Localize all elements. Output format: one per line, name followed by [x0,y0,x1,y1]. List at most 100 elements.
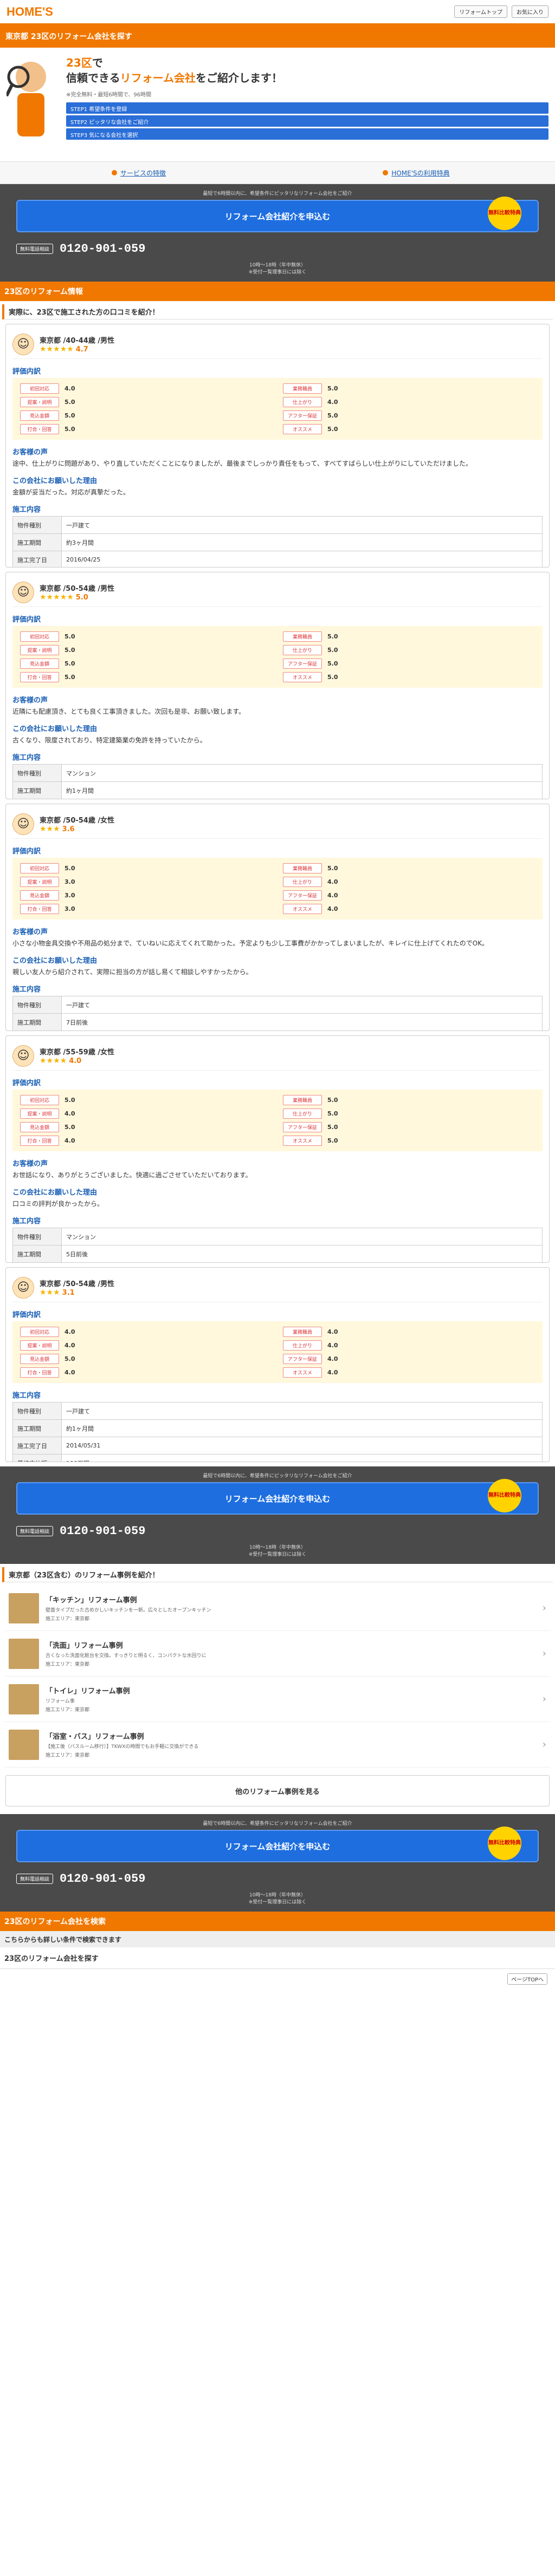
rating-tag: アフター保証 [283,410,322,421]
rating-tag: 打合・回答 [20,1136,59,1146]
rating-tag: オススメ [283,1367,322,1378]
tel-label: 無料電話相談 [16,1526,54,1536]
hero-text: リフォーム会社 [120,71,196,84]
search-area-link[interactable]: 23区のリフォーム会社を探す [0,1947,555,1969]
case-list: 「キッチン」リフォーム事例 壁面タイプだった古めかしいキッチンを一新。広々としたオ… [4,1586,551,1768]
apply-button[interactable]: リフォーム会社紹介を申込む 無料比較特典 [16,197,539,232]
rating-tag: 提案・説明 [20,1108,59,1119]
rating-value: 5.0 [327,660,338,667]
hours: 10時〜18時（年中無休） [249,1893,306,1898]
rating-value: 5.0 [327,865,338,872]
rating-value: 5.0 [64,647,75,654]
rating-value: 5.0 [64,1124,75,1131]
apply-label: リフォーム会社紹介を申込む [224,211,331,221]
voice-label: お客様の声 [12,696,48,705]
rating-tag: 提案・説明 [20,397,59,407]
voice-text: お世話になり、ありがとうございました。快適に過ごさせていただいております。 [12,1171,252,1179]
feature-links: サービスの特徴 HOME'Sの利用特典 [0,161,555,184]
case-item[interactable]: 「浴室・バス」リフォーム事例 【施工後（バスルーム移行）】TKWXの時間でもお手軽… [4,1722,551,1768]
rating-value: 5.0 [64,399,75,406]
apply-button[interactable]: リフォーム会社紹介を申込む 無料比較特典 [16,1479,539,1515]
work-value: 約1ヶ月間 [61,1419,543,1437]
cta-block: 最短で6時間以内に、希望条件にピッタリなリフォーム会社をご紹介 リフォーム会社紹… [0,1466,555,1564]
work-key: 施工完了日 [13,1031,62,1032]
work-value: 190万円 [61,1454,543,1462]
hero-text: をご紹介します！ [196,71,283,84]
link-label: サービスの特徴 [120,169,166,177]
rating-tag: 仕上がり [283,877,322,887]
tel-label: 無料電話相談 [16,244,54,254]
rating-value: 4.0 [327,399,338,406]
tel-number[interactable]: 0120-901-059 [60,1872,145,1886]
score: 3.6 [62,825,75,833]
favorites-button[interactable]: お気に入り [512,5,548,18]
work-value: 2016/04/25 [61,551,543,567]
case-title: 「トイレ」リフォーム事例 [46,1687,130,1695]
voice-label: お客様の声 [12,448,48,456]
case-area: 施工エリア：東京都 [46,1753,90,1758]
cta-block: 最短で6時間以内に、希望条件にピッタリなリフォーム会社をご紹介 リフォーム会社紹… [0,1814,555,1912]
avatar: ☺ [12,581,34,603]
work-key: 物件種別 [12,1402,62,1420]
rating-tag: 業務職員 [283,1095,322,1105]
work-value: マンション [61,764,543,782]
star-rating: ★★★ [40,825,60,833]
star-rating: ★★★★★ [40,345,74,354]
rating-tag: オススメ [283,424,322,434]
benefits-link[interactable]: HOME'Sの利用特典 [278,162,555,184]
rating-value: 5.0 [64,1355,75,1362]
rating-value: 5.0 [327,1097,338,1104]
page-top-button[interactable]: ページTOPへ [507,1973,547,1985]
tel-label: 無料電話相談 [16,1874,54,1884]
voice-text: 途中、仕上がりに問題があり、やり直していただくことになりましたが、最後までしっか… [12,460,473,467]
work-value: 一戸建て [61,1402,543,1420]
rating-tag: 見込金額 [20,1122,59,1132]
review-card: ☺ 東京都 /50-54歳 /男性 ★★★ 3.1 評価内訳 初回対応 4.0 業務職員 4.0… [5,1267,550,1462]
eval-label: 評価内訳 [12,1079,41,1087]
rating-value: 4.0 [327,878,338,885]
reviewer-name: 東京都 /50-54歳 /男性 [40,585,115,593]
rating-tag: アフター保証 [283,1354,322,1364]
rating-tag: 見込金額 [20,410,59,421]
work-key: 最終支払額 [12,1454,62,1462]
rating-value: 5.0 [64,865,75,872]
eval-label: 評価内訳 [12,368,41,376]
hours: 10時〜18時（年中無休） [249,263,306,268]
chevron-right-icon: › [542,1602,546,1614]
score: 5.0 [75,594,88,602]
apply-label: リフォーム会社紹介を申込む [224,1494,331,1504]
rating-tag: 業務職員 [283,383,322,394]
link-label: HOME'Sの利用特典 [391,169,450,177]
reviewer-name: 東京都 /50-54歳 /女性 [40,817,115,825]
rating-tag: 初回対応 [20,1095,59,1105]
case-item[interactable]: 「トイレ」リフォーム事例 リフォーム事 施工エリア：東京都 › [4,1677,551,1722]
reform-top-button[interactable]: リフォームトップ [454,5,507,18]
rating-value: 5.0 [327,1137,338,1144]
rating-tag: 見込金額 [20,658,59,669]
reason-label: この会社にお願いした理由 [12,957,98,965]
rating-value: 5.0 [64,426,75,433]
rating-tag: 打合・回答 [20,1367,59,1378]
search-note: こちらからも詳しい条件で検索できます [0,1931,555,1947]
reviewer-name: 東京都 /55-59歳 /女性 [40,1048,115,1057]
work-value: 約1ヶ月間 [61,781,543,799]
case-item[interactable]: 「キッチン」リフォーム事例 壁面タイプだった古めかしいキッチンを一新。広々としたオ… [4,1586,551,1631]
service-features-link[interactable]: サービスの特徴 [0,162,278,184]
tel-number[interactable]: 0120-901-059 [60,242,145,256]
apply-button[interactable]: リフォーム会社紹介を申込む 無料比較特典 [16,1827,539,1862]
case-item[interactable]: 「洗面」リフォーム事例 古くなった洗面化粧台を交換。すっきりと明るく、コンパクトな… [4,1631,551,1677]
rating-value: 5.0 [64,660,75,667]
rating-value: 4.0 [327,1369,338,1376]
voice-label: お客様の声 [12,928,48,936]
star-rating: ★★★★★ [40,593,74,602]
eval-label: 評価内訳 [12,616,41,624]
work-value: 2015/11/28 [62,1031,543,1032]
work-key: 施工完了日 [12,551,62,567]
tel-number[interactable]: 0120-901-059 [60,1524,145,1538]
rating-grid: 初回対応 5.0 業務職員 5.0 提案・説明 3.0 仕上がり 4.0 見込金額 3.0 アフター… [12,858,543,919]
rating-tag: 見込金額 [20,1354,59,1364]
more-cases-button[interactable]: 他のリフォーム事例を見る [5,1775,550,1807]
work-value: 2014/05/31 [61,1437,543,1455]
work-table: 物件種別一戸建て施工期間7日前後施工完了日2015/11/28最終支払額18万円… [12,996,543,1031]
site-logo[interactable]: HOME'S [7,5,53,19]
